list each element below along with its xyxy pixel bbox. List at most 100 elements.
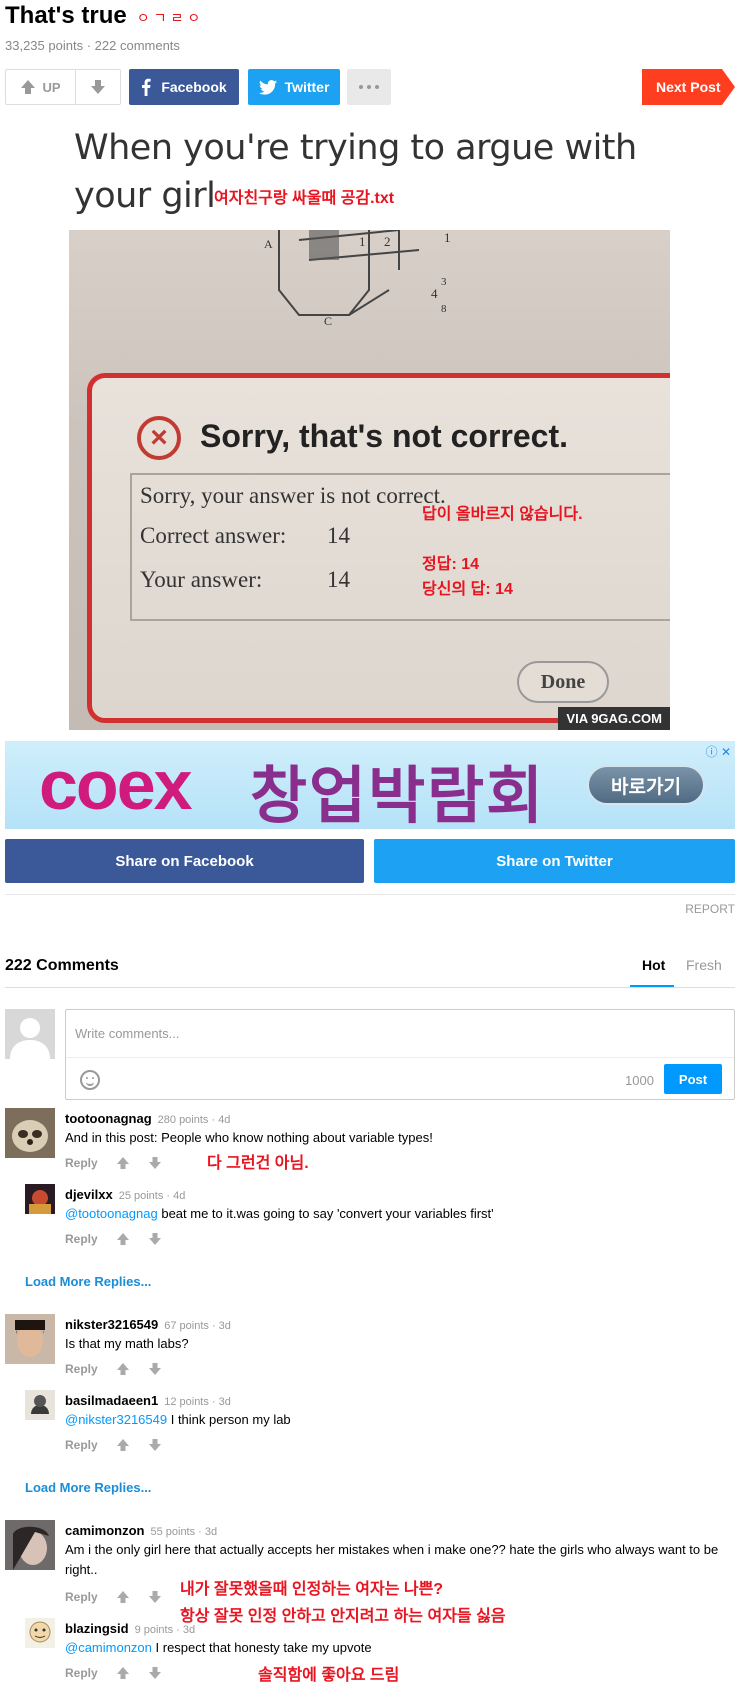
downvote-icon[interactable] [148, 1232, 162, 1246]
ad-cta-button[interactable]: 바로가기 [587, 765, 705, 805]
downvote-icon[interactable] [148, 1362, 162, 1376]
sketch-label: 1 [444, 230, 451, 245]
upvote-icon[interactable] [116, 1232, 130, 1246]
downvote-icon[interactable] [148, 1666, 162, 1680]
mention-link[interactable]: @nikster3216549 [65, 1412, 167, 1427]
avatar[interactable] [5, 1108, 55, 1158]
upvote-icon[interactable] [116, 1156, 130, 1170]
post-comment-button[interactable]: Post [664, 1064, 722, 1094]
comment-text: Am i the only girl here that actually ac… [65, 1542, 719, 1577]
comment-meta: 280 points · 4d [157, 1114, 231, 1126]
tab-fresh[interactable]: Fresh [686, 957, 722, 973]
twitter-icon [258, 79, 277, 95]
comment-input[interactable] [66, 1010, 734, 1058]
comment-composer: 1000 Post [65, 1009, 735, 1100]
dot-icon [367, 85, 371, 89]
reply-avatar-icon [25, 1390, 55, 1420]
avatar[interactable] [25, 1618, 55, 1648]
reply-item: basilmadaeen1 12 points · 3d @nikster3216… [25, 1390, 735, 1460]
reply-button[interactable]: Reply [65, 1590, 98, 1604]
comment-meta: 25 points · 4d [118, 1190, 186, 1202]
kr-note: 솔직함에 좋아요 드림 [258, 1667, 400, 1684]
report-link[interactable]: REPORT [685, 902, 735, 916]
error-dialog: × Sorry, that's not correct. Sorry, your… [87, 373, 670, 723]
upvote-icon[interactable] [116, 1590, 130, 1604]
photo: A C 1 2 1 4 3 8 × Sorry, that's not corr… [69, 230, 670, 730]
mention-link[interactable]: @camimonzon [65, 1640, 152, 1655]
comment-username[interactable]: blazingsid [65, 1621, 129, 1636]
comment-username[interactable]: djevilxx [65, 1187, 113, 1202]
sketch-label: 8 [441, 303, 447, 315]
reply-button[interactable]: Reply [65, 1156, 98, 1170]
reply-item: djevilxx 25 points · 4d @tootoonagnag bea… [25, 1184, 735, 1254]
default-avatar-icon [10, 1018, 50, 1059]
ad-banner[interactable]: coex 창업박람회 바로가기 ⓘ ✕ [5, 741, 735, 829]
downvote-button[interactable] [76, 70, 120, 104]
sketch-label: C [324, 314, 332, 328]
kr-translation-1: 답이 올바르지 않습니다. [422, 506, 583, 523]
error-x-icon: × [137, 416, 181, 460]
reply-text: I respect that honesty take my upvote [151, 1640, 372, 1655]
reply-button[interactable]: Reply [65, 1232, 98, 1246]
twitter-label: Twitter [284, 79, 330, 95]
comment-text: @tootoonagnag beat me to it.was going to… [65, 1204, 735, 1224]
load-more-replies[interactable]: Load More Replies... [25, 1274, 151, 1289]
comment-username[interactable]: tootoonagnag [65, 1111, 152, 1126]
user-photo-icon [5, 1314, 55, 1364]
comments-count: 222 Comments [5, 957, 119, 974]
reply-button[interactable]: Reply [65, 1666, 98, 1680]
share-facebook-button[interactable]: Share on Facebook [5, 839, 364, 883]
sketch-label: 2 [384, 234, 391, 249]
avatar[interactable] [25, 1390, 55, 1420]
reply-text: I think person my lab [167, 1412, 291, 1427]
avatar[interactable] [25, 1184, 55, 1214]
title-note: ㅇㄱㄹㅇ [136, 10, 205, 26]
mention-link[interactable]: @tootoonagnag [65, 1206, 158, 1221]
reply-button[interactable]: Reply [65, 1438, 98, 1452]
downvote-icon[interactable] [148, 1438, 162, 1452]
upvote-icon[interactable] [116, 1438, 130, 1452]
upvote-icon[interactable] [116, 1362, 130, 1376]
avatar[interactable] [5, 1520, 55, 1570]
user-photo-icon [5, 1520, 55, 1570]
reply-avatar-icon [25, 1184, 55, 1214]
twitter-share-button[interactable]: Twitter [248, 69, 340, 105]
dialog-title: Sorry, that's not correct. [200, 418, 568, 454]
image-caption-kr: 여자친구랑 싸울때 공감.txt [214, 190, 395, 207]
comment-username[interactable]: basilmadaeen1 [65, 1393, 158, 1408]
divider [5, 894, 735, 895]
comment-username[interactable]: nikster3216549 [65, 1317, 158, 1332]
current-user-avatar [5, 1009, 55, 1059]
downvote-icon[interactable] [148, 1156, 162, 1170]
correct-answer-label: Correct answer: [140, 523, 287, 548]
points-count[interactable]: 33,235 points [5, 38, 83, 53]
reply-avatar-icon [25, 1618, 55, 1648]
share-twitter-button[interactable]: Share on Twitter [374, 839, 735, 883]
reply-button[interactable]: Reply [65, 1362, 98, 1376]
comment-text: Is that my math labs? [65, 1336, 189, 1351]
post-meta: 33,235 points · 222 comments [5, 38, 180, 53]
comment-meta: 67 points · 3d [164, 1320, 231, 1332]
dot-icon [359, 85, 363, 89]
post-image[interactable]: When you're trying to argue with your gi… [69, 118, 670, 730]
upvote-icon[interactable] [116, 1666, 130, 1680]
your-answer-label: Your answer: [140, 567, 263, 592]
dot-icon [375, 85, 379, 89]
load-more-replies[interactable]: Load More Replies... [25, 1480, 151, 1495]
comment-item: tootoonagnag 280 points · 4d And in this … [5, 1108, 735, 1178]
downvote-icon[interactable] [148, 1590, 162, 1604]
next-post-button[interactable]: Next Post [642, 69, 735, 105]
tab-hot[interactable]: Hot [642, 957, 665, 973]
upvote-button[interactable]: UP [6, 70, 76, 104]
reply-text: beat me to it.was going to say 'convert … [157, 1206, 494, 1221]
avatar[interactable] [5, 1314, 55, 1364]
comment-item: camimonzon 55 points · 3d Am i the only g… [5, 1520, 735, 1625]
comment-text: And in this post: People who know nothin… [65, 1130, 433, 1145]
ad-choices-icon[interactable]: ⓘ ✕ [706, 743, 731, 760]
emoji-icon[interactable] [80, 1070, 100, 1090]
facebook-share-button[interactable]: Facebook [129, 69, 239, 105]
dialog-message-box: Sorry, your answer is not correct. Corre… [130, 473, 670, 621]
comment-username[interactable]: camimonzon [65, 1523, 144, 1538]
more-options-button[interactable] [347, 69, 391, 105]
comments-link[interactable]: 222 comments [95, 38, 180, 53]
